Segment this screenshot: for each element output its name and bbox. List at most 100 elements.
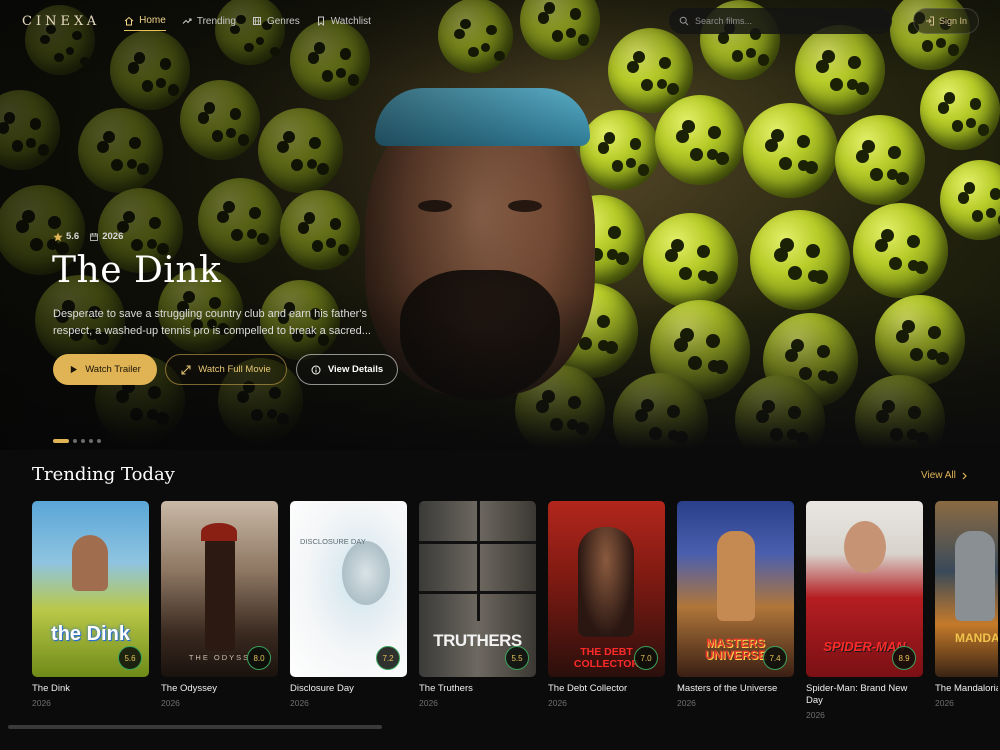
rating-badge: 8.0 xyxy=(247,646,271,670)
movie-title[interactable]: The Mandalorian & Grogu xyxy=(935,683,998,695)
movie-card[interactable]: DISCLOSURE DAY 7.2 Disclosure Day 2026 xyxy=(290,501,407,720)
sign-in-button[interactable]: Sign In xyxy=(913,8,979,34)
movie-poster[interactable]: THE DEBT COLLECTOR 7.0 xyxy=(548,501,665,677)
movie-poster[interactable]: MASTERS UNIVERSE 7.4 xyxy=(677,501,794,677)
poster-divider xyxy=(477,501,480,621)
movie-year: 2026 xyxy=(161,698,180,708)
carousel-dot[interactable] xyxy=(81,439,85,443)
sign-in-icon xyxy=(925,16,934,26)
poster-figure xyxy=(205,531,235,651)
nav-item-trending[interactable]: Trending xyxy=(182,12,236,31)
hero-year-value: 2026 xyxy=(102,231,124,242)
hero-rating: 5.6 xyxy=(53,231,79,242)
expand-icon xyxy=(181,365,191,374)
film-icon xyxy=(252,17,261,25)
movie-year: 2026 xyxy=(419,698,438,708)
poster-face xyxy=(844,521,886,573)
search-icon xyxy=(679,16,689,26)
sign-in-label: Sign In xyxy=(938,16,968,26)
movie-card[interactable]: SPIDER-MAN 8.9 Spider-Man: Brand New Day… xyxy=(806,501,923,720)
movie-year: 2026 xyxy=(677,698,696,708)
info-icon xyxy=(311,365,321,374)
trending-row: the Dink 5.6 The Dink 2026 THE ODYSS 8.0… xyxy=(32,501,998,720)
carousel-dot[interactable] xyxy=(89,439,93,443)
nav-item-home[interactable]: Home xyxy=(124,11,166,31)
trending-icon xyxy=(182,18,192,24)
hero-banner xyxy=(0,0,1000,450)
horizontal-scrollbar[interactable] xyxy=(8,725,382,729)
movie-card[interactable]: TRUTHERS 5.5 The Truthers 2026 xyxy=(419,501,536,720)
rating-badge: 7.4 xyxy=(763,646,787,670)
poster-figure xyxy=(955,531,995,621)
movie-year: 2026 xyxy=(806,710,825,720)
nav-item-label: Watchlist xyxy=(330,15,371,27)
watch-full-movie-label: Watch Full Movie xyxy=(198,364,271,375)
movie-card[interactable]: the Dink 5.6 The Dink 2026 xyxy=(32,501,149,720)
nav-item-label: Home xyxy=(139,15,166,26)
hero-gradient-overlay xyxy=(0,0,1000,450)
watch-trailer-label: Watch Trailer xyxy=(85,364,141,375)
rating-badge: 7.0 xyxy=(634,646,658,670)
poster-title-art: the Dink xyxy=(51,623,130,645)
movie-year: 2026 xyxy=(290,698,309,708)
movie-card[interactable]: MASTERS UNIVERSE 7.4 Masters of the Univ… xyxy=(677,501,794,720)
poster-title-art: MANDALO xyxy=(955,631,998,645)
view-details-button[interactable]: View Details xyxy=(296,354,398,385)
nav-item-watchlist[interactable]: Watchlist xyxy=(316,12,371,31)
nav-item-genres[interactable]: Genres xyxy=(252,12,300,31)
movie-title[interactable]: The Debt Collector xyxy=(548,683,665,695)
movie-card[interactable]: MANDALO The Mandalorian & Grogu 2026 xyxy=(935,501,998,720)
play-icon xyxy=(70,365,78,374)
calendar-icon xyxy=(90,232,99,241)
carousel-indicator xyxy=(53,439,101,443)
nav-item-label: Trending xyxy=(196,15,236,27)
poster-face xyxy=(342,541,390,605)
movie-poster[interactable]: SPIDER-MAN 8.9 xyxy=(806,501,923,677)
hero-year: 2026 xyxy=(89,231,123,242)
carousel-dot[interactable] xyxy=(73,439,77,443)
hero-description: Desperate to save a struggling country c… xyxy=(53,308,371,337)
movie-title[interactable]: Disclosure Day xyxy=(290,683,407,695)
movie-poster[interactable]: the Dink 5.6 xyxy=(32,501,149,677)
poster-helmet-crest xyxy=(201,523,237,541)
poster-figure xyxy=(578,527,634,637)
movie-poster[interactable]: MANDALO xyxy=(935,501,998,677)
rating-badge: 5.6 xyxy=(118,646,142,670)
hero-title: The Dink xyxy=(52,250,222,291)
movie-year: 2026 xyxy=(935,698,954,708)
poster-figure xyxy=(717,531,755,621)
section-title: Trending Today xyxy=(32,464,175,485)
carousel-dot[interactable] xyxy=(97,439,101,443)
movie-title[interactable]: Masters of the Universe xyxy=(677,683,794,695)
movie-poster[interactable]: TRUTHERS 5.5 xyxy=(419,501,536,677)
nav-item-label: Genres xyxy=(266,15,300,27)
search-bar[interactable] xyxy=(669,8,892,34)
star-icon xyxy=(53,232,63,241)
movie-title[interactable]: The Truthers xyxy=(419,683,536,695)
view-all-label: View All xyxy=(921,470,956,481)
logo[interactable]: CINEXA xyxy=(22,14,100,29)
rating-badge: 8.9 xyxy=(892,646,916,670)
movie-title[interactable]: The Odyssey xyxy=(161,683,278,695)
movie-year: 2026 xyxy=(32,698,51,708)
poster-figure xyxy=(72,535,108,591)
search-input[interactable] xyxy=(695,16,875,26)
home-icon xyxy=(124,16,134,25)
movie-title[interactable]: Spider-Man: Brand New Day xyxy=(806,683,923,707)
carousel-dot[interactable] xyxy=(53,439,69,443)
hero-rating-value: 5.6 xyxy=(66,231,80,242)
movie-card[interactable]: THE DEBT COLLECTOR 7.0 The Debt Collecto… xyxy=(548,501,665,720)
bookmark-icon xyxy=(317,16,324,26)
movie-card[interactable]: THE ODYSS 8.0 The Odyssey 2026 xyxy=(161,501,278,720)
rating-badge: 5.5 xyxy=(505,646,529,670)
poster-title-art: DISCLOSURE DAY xyxy=(300,537,366,546)
view-all-link[interactable]: View All xyxy=(921,470,968,481)
chevron-right-icon xyxy=(962,472,967,479)
watch-full-movie-button[interactable]: Watch Full Movie xyxy=(165,354,287,385)
watch-trailer-button[interactable]: Watch Trailer xyxy=(53,354,157,385)
movie-poster[interactable]: DISCLOSURE DAY 7.2 xyxy=(290,501,407,677)
movie-title[interactable]: The Dink xyxy=(32,683,149,695)
hero-meta: 5.6 2026 xyxy=(53,231,123,242)
movie-poster[interactable]: THE ODYSS 8.0 xyxy=(161,501,278,677)
rating-badge: 7.2 xyxy=(376,646,400,670)
